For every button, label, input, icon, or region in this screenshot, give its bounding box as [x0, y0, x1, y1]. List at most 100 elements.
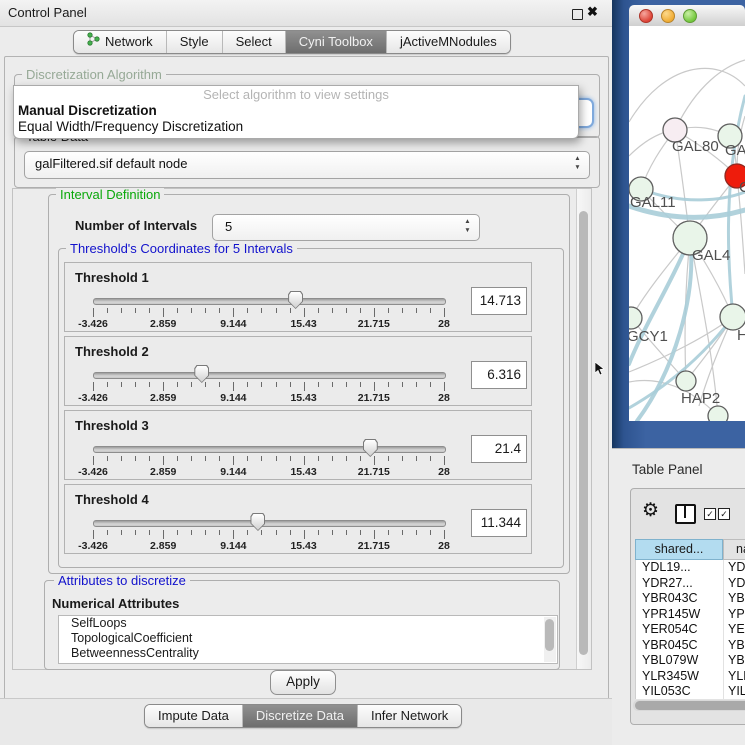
- table-data-selected-value: galFiltered.sif default node: [35, 152, 187, 176]
- application-window: Control Panel ✖ Network Style Select Cyni T…: [0, 0, 745, 745]
- threshold-value-field[interactable]: 6.316: [471, 361, 527, 389]
- table-row[interactable]: YDL19...YDL1: [636, 560, 745, 576]
- threshold-label: Threshold 4: [75, 492, 149, 507]
- control-panel-titlebar: Control Panel ✖: [0, 0, 612, 27]
- numerical-attributes-label: Numerical Attributes: [52, 596, 179, 611]
- panel-title: Control Panel: [8, 5, 87, 20]
- tab-style[interactable]: Style: [166, 31, 222, 53]
- attribute-item[interactable]: BetweennessCentrality: [59, 646, 557, 661]
- threshold-label: Threshold 2: [75, 344, 149, 359]
- svg-text:HAP2: HAP2: [681, 390, 720, 407]
- checkbox-icon[interactable]: ✓: [704, 508, 716, 520]
- network-icon: [87, 31, 100, 53]
- threshold-slider[interactable]: -3.4262.8599.14415.4321.71528: [93, 439, 444, 479]
- columns-icon[interactable]: [675, 504, 696, 524]
- slider-scale-labels: -3.4262.8599.14415.4321.71528: [93, 318, 444, 330]
- vertical-scrollbar[interactable]: [576, 189, 591, 669]
- mouse-cursor: [595, 362, 605, 376]
- attribute-item[interactable]: SelfLoops: [59, 616, 557, 631]
- tab-label: Infer Network: [371, 705, 448, 727]
- table-column-header[interactable]: na: [723, 539, 745, 560]
- table-row[interactable]: YIL053CYIL0: [636, 684, 745, 699]
- slider-thumb[interactable]: [194, 365, 209, 383]
- slider-thumb[interactable]: [250, 513, 265, 531]
- slider-scale-labels: -3.4262.8599.14415.4321.71528: [93, 466, 444, 478]
- attributes-group-title: Attributes to discretize: [54, 574, 190, 587]
- table-row[interactable]: YBR045CYBR0: [636, 638, 745, 654]
- traffic-light-minimize-button[interactable]: [661, 9, 675, 23]
- tab-label: Select: [236, 31, 272, 53]
- horizontal-scrollbar[interactable]: [633, 700, 745, 711]
- spinner-arrows-icon: ▲▼: [573, 154, 582, 172]
- checkbox-icon[interactable]: ✓: [718, 508, 730, 520]
- table-row[interactable]: YBL079WYBL0: [636, 653, 745, 669]
- tab-jactivemnodules[interactable]: jActiveMNodules: [386, 31, 510, 53]
- number-of-intervals-combobox[interactable]: 5 ▲▼: [212, 214, 480, 241]
- slider-track[interactable]: [93, 446, 446, 453]
- table-row[interactable]: YLR345WYLR3: [636, 669, 745, 685]
- table-column-header[interactable]: shared...: [635, 539, 723, 560]
- tab-label: Style: [180, 31, 209, 53]
- algorithm-option[interactable]: Manual Discretization: [14, 103, 578, 119]
- traffic-light-zoom-button[interactable]: [683, 9, 697, 23]
- apply-button[interactable]: Apply: [270, 670, 336, 695]
- threshold-label: Threshold 1: [75, 270, 149, 285]
- gear-icon[interactable]: ⚙: [642, 500, 659, 522]
- threshold-label: Threshold 3: [75, 418, 149, 433]
- slider-thumb[interactable]: [363, 439, 378, 457]
- numerical-attributes-list[interactable]: SelfLoopsTopologicalCoefficientBetweenne…: [58, 615, 558, 664]
- table-data-combobox[interactable]: galFiltered.sif default node ▲▼: [24, 151, 590, 179]
- threshold-slider[interactable]: -3.4262.8599.14415.4321.71528: [93, 365, 444, 405]
- tab-label: Cyni Toolbox: [299, 31, 373, 53]
- tab-cyni-toolbox[interactable]: Cyni Toolbox: [285, 31, 386, 53]
- tab-network[interactable]: Network: [74, 31, 166, 53]
- attribute-item[interactable]: TopologicalCoefficient: [59, 631, 557, 646]
- threshold-panel: Threshold 3 -3.4262.8599.14415.4321.71528…: [64, 410, 532, 480]
- slider-ticks: [93, 456, 444, 466]
- tab-select[interactable]: Select: [222, 31, 285, 53]
- threshold-value-field[interactable]: 11.344: [471, 509, 527, 537]
- node-table: shared...na YDL19...YDL1YDR27...YDR2YBR0…: [635, 539, 745, 699]
- slider-track[interactable]: [93, 520, 446, 527]
- table-rows: YDL19...YDL1YDR27...YDR2YBR043CYBR0YPR14…: [635, 560, 745, 699]
- threshold-slider[interactable]: -3.4262.8599.14415.4321.71528: [93, 291, 444, 331]
- svg-text:GAL4: GAL4: [692, 247, 730, 264]
- bottom-tab-bar: Impute DataDiscretize Data Infer Network: [144, 704, 462, 728]
- number-of-intervals-label: Number of Intervals: [75, 218, 197, 233]
- threshold-slider[interactable]: -3.4262.8599.14415.4321.71528: [93, 513, 444, 553]
- threshold-value-field[interactable]: 14.713: [471, 287, 527, 315]
- network-canvas[interactable]: GAL80GACGAL11GAL4GCY1HHAP2: [629, 26, 745, 421]
- threshold-panel: Threshold 2 -3.4262.8599.14415.4321.71528…: [64, 336, 532, 406]
- slider-track[interactable]: [93, 298, 446, 305]
- slider-thumb[interactable]: [288, 291, 303, 309]
- attributes-scrollbar-thumb[interactable]: [545, 619, 554, 651]
- main-tab-bar: Network Style Select Cyni Toolbox jActiveMNo…: [73, 30, 511, 54]
- traffic-light-close-button[interactable]: [639, 9, 653, 23]
- threshold-panel: Threshold 4 -3.4262.8599.14415.4321.71528…: [64, 484, 532, 554]
- algorithm-prompt-item: Select algorithm to view settings: [14, 87, 578, 103]
- bottom-tab-impute-data[interactable]: Impute Data: [145, 705, 242, 727]
- network-view-window: GAL80GACGAL11GAL4GCY1HHAP2: [612, 0, 745, 448]
- svg-text:GAL80: GAL80: [672, 138, 719, 155]
- bottom-tab-discretize-data[interactable]: Discretize Data: [242, 705, 357, 727]
- table-panel-title: Table Panel: [632, 462, 703, 477]
- bottom-tab-infer-network[interactable]: Infer Network: [357, 705, 461, 727]
- float-window-icon[interactable]: [572, 9, 583, 20]
- table-row[interactable]: YDR27...YDR2: [636, 576, 745, 592]
- svg-text:GCY1: GCY1: [629, 328, 668, 345]
- tab-label: Network: [105, 31, 153, 53]
- algorithm-option[interactable]: Equal Width/Frequency Discretization: [14, 119, 578, 135]
- table-row[interactable]: YPR145WYPR1: [636, 607, 745, 623]
- interval-definition-group-title: Interval Definition: [56, 188, 164, 201]
- table-row[interactable]: YBR043CYBR0: [636, 591, 745, 607]
- vertical-scrollbar-thumb[interactable]: [579, 211, 588, 655]
- number-of-intervals-value: 5: [225, 215, 232, 239]
- discretization-algorithm-group-title: Discretization Algorithm: [22, 68, 166, 81]
- table-panel-body: ⚙ ✓ ✓ shared...na YDL19...YDL1YDR27...YD…: [630, 488, 745, 725]
- table-row[interactable]: YER054CYER0: [636, 622, 745, 638]
- horizontal-scrollbar-thumb[interactable]: [635, 701, 745, 710]
- attributes-scrollbar[interactable]: [544, 617, 556, 662]
- close-icon[interactable]: ✖: [587, 4, 598, 20]
- threshold-value-field[interactable]: 21.4: [471, 435, 527, 463]
- slider-track[interactable]: [93, 372, 446, 379]
